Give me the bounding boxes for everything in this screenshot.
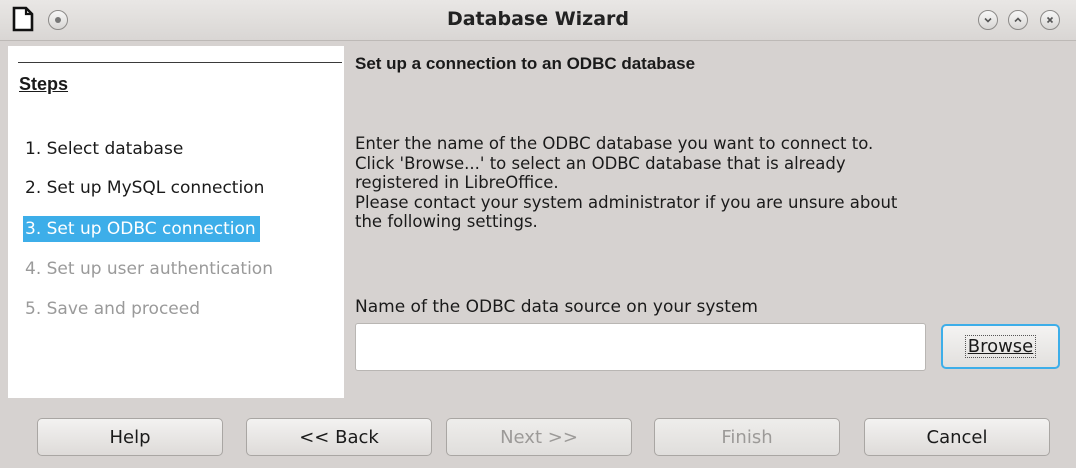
close-icon [1046, 16, 1054, 24]
datasource-input[interactable] [355, 323, 926, 371]
datasource-label: Name of the ODBC data source on your sys… [355, 297, 758, 317]
step-save-and-proceed: 5. Save and proceed [25, 299, 201, 319]
steps-heading: Steps [19, 74, 69, 94]
browse-label: Browse [964, 335, 1037, 358]
title-bar: Database Wizard [0, 0, 1076, 41]
description: Enter the name of the ODBC database you … [355, 134, 1035, 232]
page-heading: Set up a connection to an ODBC database [355, 54, 696, 73]
step-user-authentication: 4. Set up user authentication [25, 259, 273, 279]
description-line: Please contact your system administrator… [355, 192, 898, 212]
next-button: Next >> [446, 418, 632, 456]
back-button[interactable]: << Back [246, 418, 432, 456]
description-line: the following settings. [355, 212, 538, 231]
chevron-up-icon [1014, 17, 1022, 23]
minimize-button[interactable] [978, 10, 998, 30]
window-title: Database Wizard [446, 8, 630, 30]
chevron-down-icon [984, 17, 992, 23]
maximize-button[interactable] [1008, 10, 1028, 30]
steps-divider [18, 62, 342, 63]
close-button[interactable] [1040, 10, 1060, 30]
step-select-database[interactable]: 1. Select database [25, 136, 183, 162]
browse-button[interactable]: Browse [941, 324, 1060, 369]
description-line: Click 'Browse...' to select an ODBC data… [355, 153, 846, 173]
finish-button: Finish [654, 418, 840, 456]
step-odbc-connection[interactable]: 3. Set up ODBC connection [23, 216, 260, 242]
step-mysql-connection[interactable]: 2. Set up MySQL connection [25, 175, 264, 201]
browse-label-text: Browse [967, 336, 1034, 357]
description-line: Enter the name of the ODBC database you … [355, 134, 874, 153]
help-button[interactable]: Help [37, 418, 223, 456]
description-line: registered in LibreOffice. [355, 173, 559, 192]
cancel-button[interactable]: Cancel [864, 418, 1050, 456]
